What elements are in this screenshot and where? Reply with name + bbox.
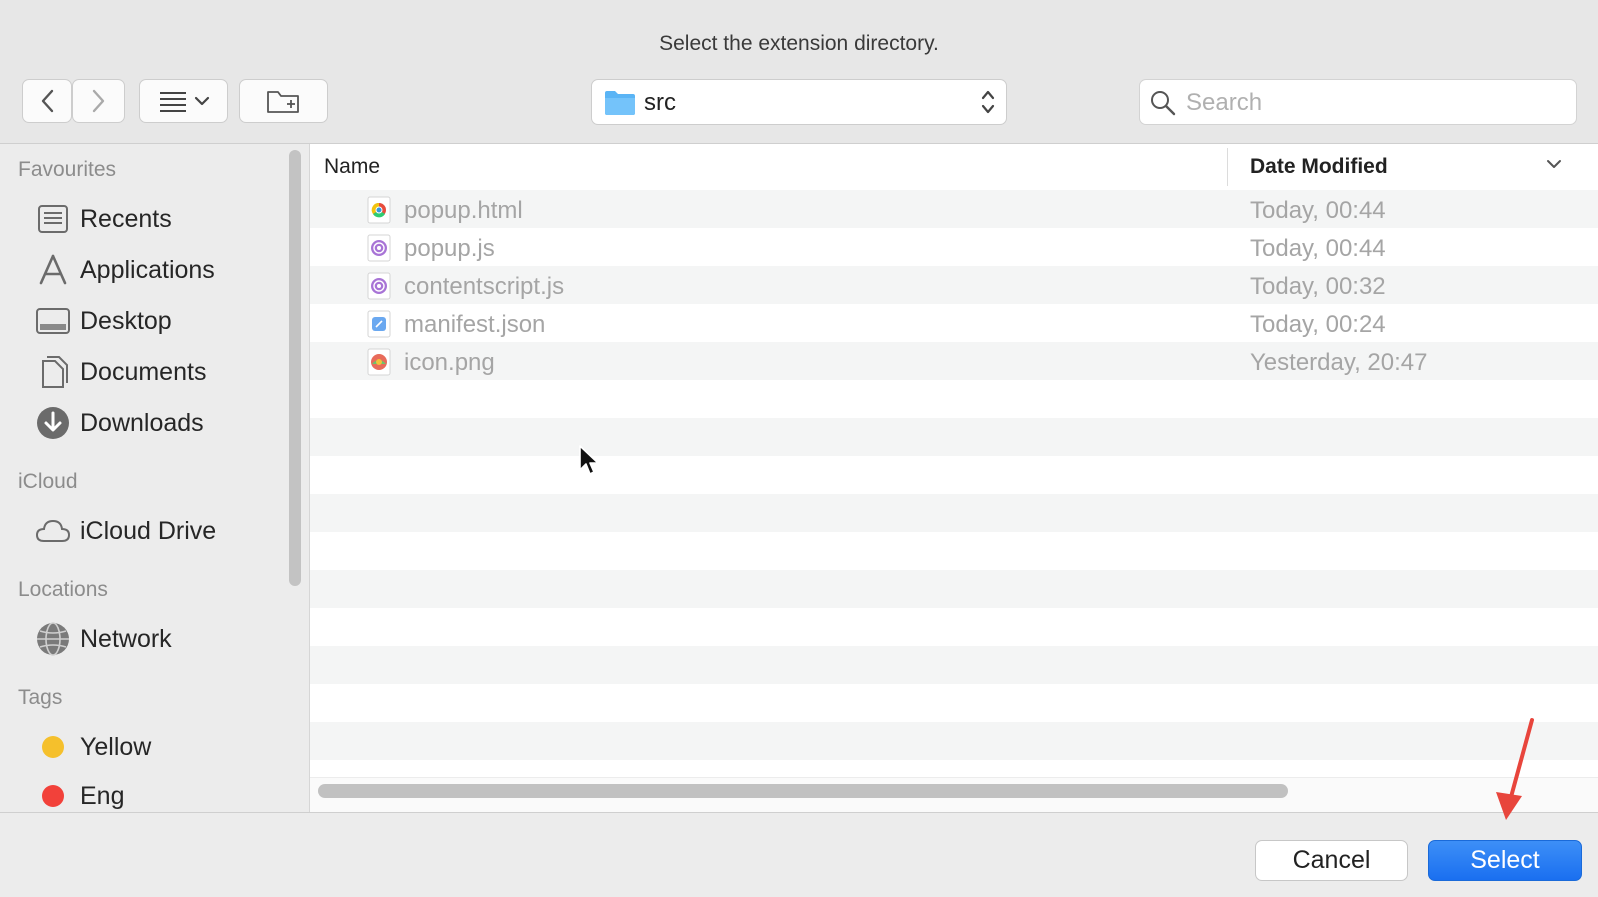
file-date: Today, 00:32 [1250,273,1386,300]
cloud-icon [34,512,72,550]
empty-row [310,684,1598,722]
recents-icon [34,200,72,238]
sidebar-item-recents[interactable]: Recents [34,199,172,239]
sidebar-item-label: Yellow [80,732,152,761]
select-button[interactable]: Select [1428,840,1582,881]
file-name: popup.js [404,235,495,262]
annotation-arrow-icon [1496,718,1534,820]
tag-red-icon [34,777,72,812]
file-date: Today, 00:24 [1250,311,1386,338]
file-date: Today, 00:44 [1250,235,1386,262]
toolbar: Select the extension directory. src Sear… [0,0,1598,144]
file-list: Name Date Modified popup.html Today, 00:… [310,144,1598,812]
sidebar-header-tags: Tags [18,686,63,709]
sidebar-item-tag-yellow[interactable]: Yellow [34,727,151,767]
column-divider[interactable] [1227,148,1228,186]
sidebar: Favourites Recents Applications Desktop … [0,144,310,812]
file-date: Today, 00:44 [1250,197,1386,224]
empty-row [310,418,1598,456]
sidebar-item-label: Documents [80,357,207,386]
sidebar-header-locations: Locations [18,578,108,601]
folder-icon [605,91,635,115]
empty-row [310,570,1598,608]
applications-icon [34,251,72,289]
column-date-modified[interactable]: Date Modified [1250,155,1388,179]
file-name: manifest.json [404,311,546,338]
sidebar-item-label: Recents [80,204,172,233]
json-file-icon [366,310,392,338]
new-folder-button[interactable] [239,79,328,123]
chevron-down-icon [194,96,209,106]
empty-row [310,380,1598,418]
file-name: contentscript.js [404,273,565,300]
sidebar-item-downloads[interactable]: Downloads [34,403,204,443]
table-row[interactable]: contentscript.js Today, 00:32 [310,266,1598,304]
chrome-html-file-icon [366,196,392,224]
file-date: Yesterday, 20:47 [1250,349,1428,376]
downloads-icon [34,404,72,442]
desktop-icon [34,302,72,340]
dialog-title: Select the extension directory. [659,32,939,55]
image-file-icon [366,348,392,376]
new-folder-icon [266,91,299,113]
sidebar-header-favourites: Favourites [18,158,117,181]
path-selector[interactable]: src [591,79,1007,125]
sidebar-item-applications[interactable]: Applications [34,250,215,290]
dialog-footer: Cancel Select [0,812,1598,897]
forward-button[interactable] [72,79,125,123]
sidebar-item-label: Applications [80,255,215,284]
back-button[interactable] [22,79,72,123]
chevron-left-icon [41,89,54,113]
sort-chevron-down-icon[interactable] [1546,158,1562,170]
sidebar-item-label: Downloads [80,408,204,437]
empty-row [310,646,1598,684]
empty-row [310,722,1598,760]
js-file-icon [366,272,392,300]
documents-icon [34,353,72,391]
mouse-cursor-icon [579,445,599,475]
sidebar-item-label: iCloud Drive [80,516,217,545]
sidebar-item-network[interactable]: Network [34,619,172,659]
network-icon [34,620,72,658]
table-row[interactable]: popup.js Today, 00:44 [310,228,1598,266]
file-name: icon.png [404,349,495,376]
table-row[interactable]: manifest.json Today, 00:24 [310,304,1598,342]
chevron-right-icon [92,89,104,113]
search-icon [1151,91,1176,116]
empty-row [310,532,1598,570]
file-name: popup.html [404,197,523,224]
list-view-icon [159,92,186,112]
empty-row [310,456,1598,494]
column-header: Name Date Modified [310,144,1598,191]
up-down-chevron-icon [981,90,995,114]
sidebar-scrollbar[interactable] [289,150,301,586]
column-name[interactable]: Name [324,155,380,179]
js-file-icon [366,234,392,262]
empty-row [310,494,1598,532]
sidebar-item-label: Eng [80,781,125,810]
view-options-button[interactable] [139,79,228,123]
horizontal-scrollbar[interactable] [318,784,1288,798]
cancel-button[interactable]: Cancel [1255,840,1408,881]
sidebar-item-tag-eng[interactable]: Eng [34,776,124,812]
sidebar-header-icloud: iCloud [18,470,78,493]
sidebar-item-documents[interactable]: Documents [34,352,206,392]
search-field[interactable]: Search [1139,79,1577,125]
sidebar-item-icloud-drive[interactable]: iCloud Drive [34,511,216,551]
empty-row [310,608,1598,646]
sidebar-item-desktop[interactable]: Desktop [34,301,172,341]
sidebar-item-label: Network [80,624,172,653]
search-placeholder: Search [1186,89,1263,116]
sidebar-item-label: Desktop [80,306,172,335]
table-row[interactable]: popup.html Today, 00:44 [310,190,1598,228]
table-row[interactable]: icon.png Yesterday, 20:47 [310,342,1598,380]
path-label: src [644,89,676,116]
tag-yellow-icon [34,728,72,766]
